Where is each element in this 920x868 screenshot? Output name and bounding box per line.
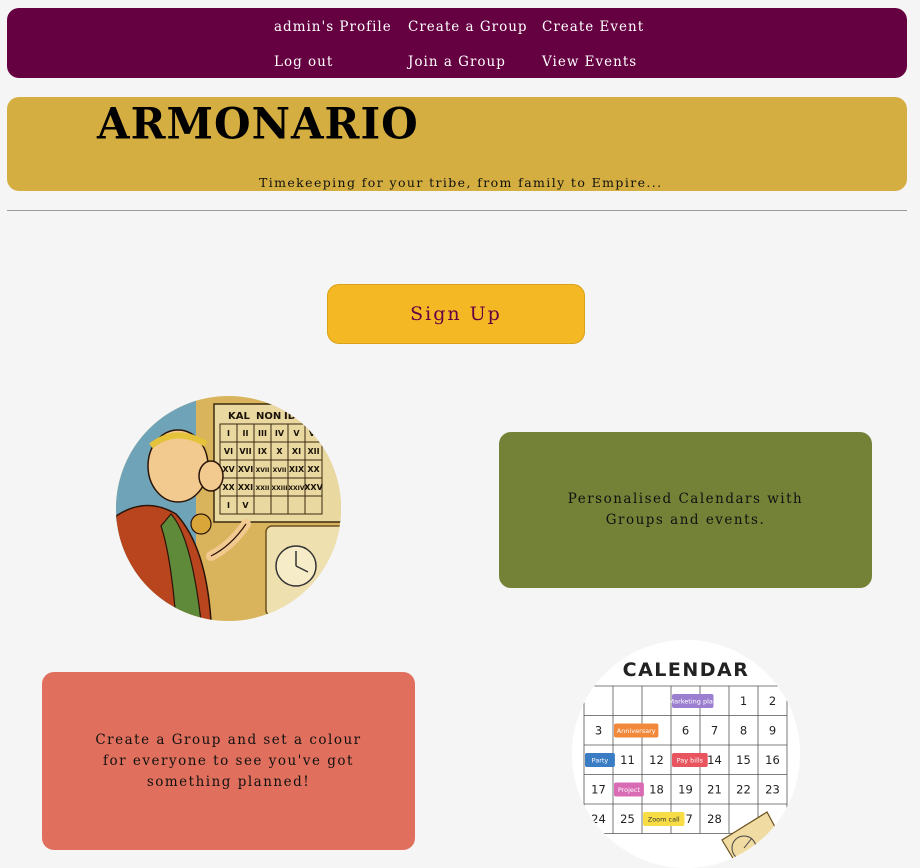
nav-create-event-link[interactable]: Create Event (542, 19, 644, 35)
calendar-illustration: CALENDAR 1 2 3 6 7 8 9 11 12 14 15 16 17 18 19 21 22 23 24… (572, 640, 800, 868)
calendar-day-number: 19 (678, 783, 693, 797)
feature-card-groups: Create a Group and set a colour for ever… (42, 672, 415, 850)
calendar-day-number: 14 (707, 753, 722, 767)
roman-cell-text: XV (222, 465, 235, 474)
roman-cell-text: XVI (238, 465, 253, 474)
calendar-day-number: 15 (736, 753, 751, 767)
top-nav: admin's Profile Create a Group Create Ev… (7, 8, 907, 78)
roman-cell-text: XII (307, 447, 319, 456)
roman-cell-text: XI (292, 447, 301, 456)
roman-cell-text: XX (307, 465, 320, 474)
roman-cell-text: I (227, 429, 230, 438)
roman-cell-text: V (242, 501, 249, 510)
calendar-day-number: 11 (620, 753, 635, 767)
feature-calendars-text: Personalised Calendars with Groups and e… (567, 491, 804, 528)
nav-join-group-link[interactable]: Join a Group (408, 54, 506, 70)
feature-groups-text: Create a Group and set a colour for ever… (95, 731, 362, 790)
calendar-image-title: CALENDAR (623, 659, 750, 681)
roman-cell-text: X (276, 447, 283, 456)
roman-cell-text: XXI (238, 483, 253, 492)
event-pill-label: Anniversary (617, 727, 656, 735)
brand-logo-text: ARMONARIO (97, 98, 419, 149)
nav-profile-link[interactable]: admin's Profile (274, 19, 392, 35)
nav-view-events-link[interactable]: View Events (542, 54, 637, 70)
roman-header-text: ID (284, 411, 296, 422)
calendar-day-number: 7 (711, 724, 718, 738)
roman-cell-text: III (258, 429, 267, 438)
calendar-day-number: 9 (769, 724, 776, 738)
roman-cell-text: VI (309, 429, 318, 438)
roman-calendar-image: KAL NON IDI II III IV V VIVI VII IX X XI XIIXV XVI XVI… (116, 396, 341, 621)
calendar-day-number: 6 (682, 724, 689, 738)
event-pill-label: Pay bills (677, 757, 704, 765)
event-pill-label: Marketing plan (669, 698, 718, 706)
roman-cell-text: XVII (256, 467, 270, 474)
roman-cell-text: XXIV (288, 485, 304, 492)
calendar-day-number: 3 (595, 724, 602, 738)
roman-header-text: NON (256, 411, 281, 422)
feature-card-calendars: Personalised Calendars with Groups and e… (499, 432, 872, 588)
roman-cell-text: VII (239, 447, 251, 456)
calendar-day-number: 1 (740, 694, 747, 708)
roman-cell-text: XX (222, 483, 235, 492)
hero-banner: ARMONARIO Timekeeping for your tribe, fr… (7, 97, 907, 191)
roman-cell-text: IX (258, 447, 268, 456)
calendar-day-number: 24 (591, 812, 606, 826)
calendar-day-number: 16 (765, 753, 780, 767)
tagline: Timekeeping for your tribe, from family … (259, 175, 663, 190)
nav-logout-link[interactable]: Log out (274, 54, 333, 70)
calendar-day-number: 28 (707, 812, 722, 826)
roman-cell-text: I (227, 501, 230, 510)
event-pill-label: Zoom call (648, 816, 680, 824)
roman-cell-text: IV (275, 429, 285, 438)
calendar-day-number: 22 (736, 783, 751, 797)
roman-cell-text: V (293, 429, 300, 438)
roman-calendar-illustration: KAL NON ID I II III IV V VI VI VII IX X XI XII XV XVI XVI… (116, 396, 341, 621)
calendar-day-number: 25 (620, 812, 635, 826)
calendar-day-number: 2 (769, 694, 776, 708)
divider (7, 210, 907, 211)
roman-cell-text: XXIII (272, 485, 288, 492)
roman-cell-text: II (243, 429, 249, 438)
roman-cell-text: XXII (256, 485, 270, 492)
roman-cell-text: VI (224, 447, 233, 456)
nav-create-group-link[interactable]: Create a Group (408, 19, 528, 35)
sign-up-button[interactable]: Sign Up (327, 284, 585, 344)
roman-cell-text: XXV (304, 483, 323, 492)
roman-header-text: KAL (228, 411, 250, 422)
calendar-image: CALENDAR 1 23 6 7 8 911 12 14 15 1617 18 19 21 22 2324… (572, 640, 800, 868)
calendar-day-number: 8 (740, 724, 747, 738)
event-pill-label: Party (592, 757, 609, 765)
calendar-day-number: 21 (707, 783, 722, 797)
roman-cell-text: XIX (289, 465, 305, 474)
calendar-day-number: 17 (591, 783, 606, 797)
event-pill-label: Project (618, 786, 641, 794)
calendar-day-number: 23 (765, 783, 780, 797)
calendar-day-number: 12 (649, 753, 664, 767)
roman-cell-text: XVII (273, 467, 287, 474)
calendar-day-number: 18 (649, 783, 664, 797)
